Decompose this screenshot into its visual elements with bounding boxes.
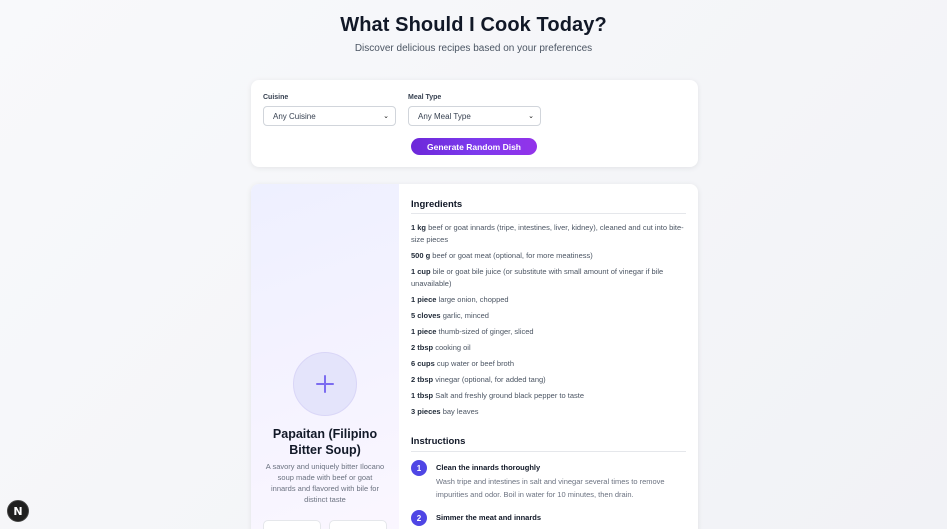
ingredient-item: 2 tbsp cooking oil bbox=[411, 343, 471, 352]
meal-type-select[interactable]: Any Meal Type ⌄ bbox=[408, 106, 541, 126]
ingredient-item: 1 tbsp Salt and freshly ground black pep… bbox=[411, 391, 585, 400]
dish-name: Papaitan (Filipino Bitter Soup) bbox=[272, 427, 378, 457]
chevron-down-icon: ⌄ bbox=[528, 113, 534, 120]
divider bbox=[411, 451, 686, 452]
instructions-heading: Instructions bbox=[411, 436, 466, 447]
ingredient-item: 1 piece large onion, chopped bbox=[411, 295, 509, 304]
step-title: Clean the innards thoroughly bbox=[436, 463, 541, 472]
ingredient-item: 500 g beef or goat meat (optional, for m… bbox=[411, 251, 593, 260]
info-chip[interactable] bbox=[263, 520, 321, 529]
cuisine-label: Cuisine bbox=[263, 94, 289, 101]
meal-type-select-value: Any Meal Type bbox=[418, 111, 471, 121]
step-number: 1 bbox=[411, 460, 427, 476]
generate-random-dish-button[interactable]: Generate Random Dish bbox=[411, 138, 537, 155]
ingredient-item: 3 pieces bay leaves bbox=[411, 407, 479, 416]
ingredient-item: 1 kg beef or goat innards (tripe, intest… bbox=[411, 223, 684, 244]
step-title: Simmer the meat and innards bbox=[436, 513, 542, 522]
step-body: Wash tripe and intestines in salt and vi… bbox=[436, 477, 665, 499]
recipe-summary-panel: Papaitan (Filipino Bitter Soup) A savory… bbox=[251, 184, 399, 529]
chevron-down-icon: ⌄ bbox=[383, 113, 389, 120]
ingredient-item: 1 cup bile or goat bile juice (or substi… bbox=[411, 267, 664, 288]
dev-tools-badge[interactable]: N bbox=[7, 500, 29, 522]
ingredient-item: 5 cloves garlic, minced bbox=[411, 311, 489, 320]
cuisine-select[interactable]: Any Cuisine ⌄ bbox=[263, 106, 396, 126]
meal-type-label: Meal Type bbox=[408, 94, 442, 101]
ingredient-item: 1 piece thumb-sized of ginger, sliced bbox=[411, 327, 534, 336]
page-title: What Should I Cook Today? bbox=[340, 14, 607, 36]
ingredient-item: 6 cups cup water or beef broth bbox=[411, 359, 514, 368]
filter-card: Cuisine Any Cuisine ⌄ Meal Type Any Meal… bbox=[251, 80, 698, 167]
ingredients-heading: Ingredients bbox=[411, 199, 463, 210]
divider bbox=[411, 213, 686, 214]
recipe-card: Papaitan (Filipino Bitter Soup) A savory… bbox=[251, 184, 698, 529]
cuisine-select-value: Any Cuisine bbox=[273, 111, 316, 121]
step-number: 2 bbox=[411, 510, 427, 526]
ingredient-item: 2 tbsp vinegar (optional, for added tang… bbox=[411, 375, 546, 384]
page-subtitle: Discover delicious recipes based on your… bbox=[354, 43, 593, 54]
add-image-button[interactable] bbox=[293, 352, 357, 416]
plus-icon bbox=[316, 375, 334, 393]
info-chip[interactable] bbox=[329, 520, 387, 529]
dish-description: A savory and uniquely bitter Ilocano sou… bbox=[265, 462, 385, 504]
